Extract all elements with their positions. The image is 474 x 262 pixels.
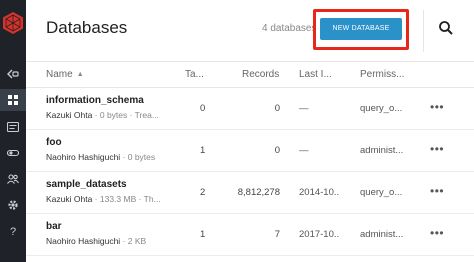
table-row[interactable]: sample_datasets Kazuki Ohta · 133.3 MB ·…: [26, 172, 474, 214]
column-header-last-import[interactable]: Last I...: [299, 69, 332, 80]
last-import: —: [299, 145, 309, 156]
last-import: —: [299, 103, 309, 114]
tables-count: 1: [200, 229, 206, 240]
more-options-icon[interactable]: •••: [430, 142, 444, 156]
column-header-permission[interactable]: Permiss...: [360, 69, 404, 80]
tables-count: 0: [200, 103, 206, 114]
database-name[interactable]: information_schema: [46, 95, 144, 106]
permission: query_o...: [360, 103, 403, 114]
database-meta: · 133.3 MB · Th...: [92, 194, 161, 204]
more-options-icon[interactable]: •••: [430, 226, 444, 240]
column-header-name-label: Name: [46, 69, 73, 80]
collapse-icon[interactable]: [0, 63, 26, 85]
database-owner: Naohiro Hashiguchi: [46, 152, 121, 162]
help-icon[interactable]: ?: [0, 220, 26, 242]
table-row[interactable]: foo Naohiro Hashiguchi · 0 bytes 1 0 — a…: [26, 130, 474, 172]
database-owner: Naohiro Hashiguchi: [46, 236, 121, 246]
table-row[interactable]: bar Naohiro Hashiguchi · 2 KB 1 7 2017-1…: [26, 214, 474, 256]
database-subtitle: Kazuki Ohta · 0 bytes · Trea...: [46, 110, 186, 120]
database-subtitle: Naohiro Hashiguchi · 2 KB: [46, 236, 186, 246]
more-options-icon[interactable]: •••: [430, 184, 444, 198]
more-options-icon[interactable]: •••: [430, 100, 444, 114]
column-header-name[interactable]: Name ▲: [46, 69, 84, 80]
database-meta: · 0 bytes: [120, 152, 156, 162]
sort-ascending-icon: ▲: [76, 71, 84, 78]
records-count: 7: [274, 229, 280, 240]
database-owner: Kazuki Ohta: [46, 194, 93, 204]
records-count: 8,812,278: [237, 187, 280, 198]
permission: query_o...: [360, 187, 403, 198]
column-header-records[interactable]: Records: [242, 69, 279, 80]
last-import: 2014-10...: [299, 187, 339, 198]
logo-icon[interactable]: [0, 0, 26, 46]
database-name[interactable]: bar: [46, 221, 62, 232]
users-icon[interactable]: [0, 168, 26, 190]
permission: administ...: [360, 229, 404, 240]
svg-text:?: ?: [10, 226, 16, 237]
records-count: 0: [274, 145, 280, 156]
queries-icon[interactable]: [0, 116, 26, 138]
database-name[interactable]: foo: [46, 137, 62, 148]
new-database-button[interactable]: NEW DATABASE: [320, 18, 402, 40]
database-subtitle: Kazuki Ohta · 133.3 MB · Th...: [46, 194, 186, 204]
tables-count: 2: [200, 187, 206, 198]
database-name[interactable]: sample_datasets: [46, 179, 127, 190]
permission: administ...: [360, 145, 404, 156]
connections-icon[interactable]: [0, 142, 26, 164]
header-divider: [423, 10, 424, 52]
page-header: Databases 4 databases NEW DATABASE: [26, 0, 474, 62]
database-meta: · 2 KB: [120, 236, 147, 246]
tables-count: 1: [200, 145, 206, 156]
page-title: Databases: [46, 18, 128, 37]
database-count: 4 databases: [262, 23, 317, 34]
database-meta: · 0 bytes · Trea...: [92, 110, 159, 120]
settings-icon[interactable]: [0, 194, 26, 216]
table-row[interactable]: information_schema Kazuki Ohta · 0 bytes…: [26, 88, 474, 130]
sidebar: ?: [0, 0, 26, 262]
records-count: 0: [274, 103, 280, 114]
search-icon[interactable]: [438, 20, 454, 36]
database-owner: Kazuki Ohta: [46, 110, 93, 120]
last-import: 2017-10...: [299, 229, 339, 240]
table-header: Name ▲ Ta... Records Last I... Permiss...: [26, 62, 474, 88]
databases-icon[interactable]: [0, 89, 26, 111]
database-subtitle: Naohiro Hashiguchi · 0 bytes: [46, 152, 186, 162]
column-header-tables[interactable]: Ta...: [185, 69, 204, 80]
